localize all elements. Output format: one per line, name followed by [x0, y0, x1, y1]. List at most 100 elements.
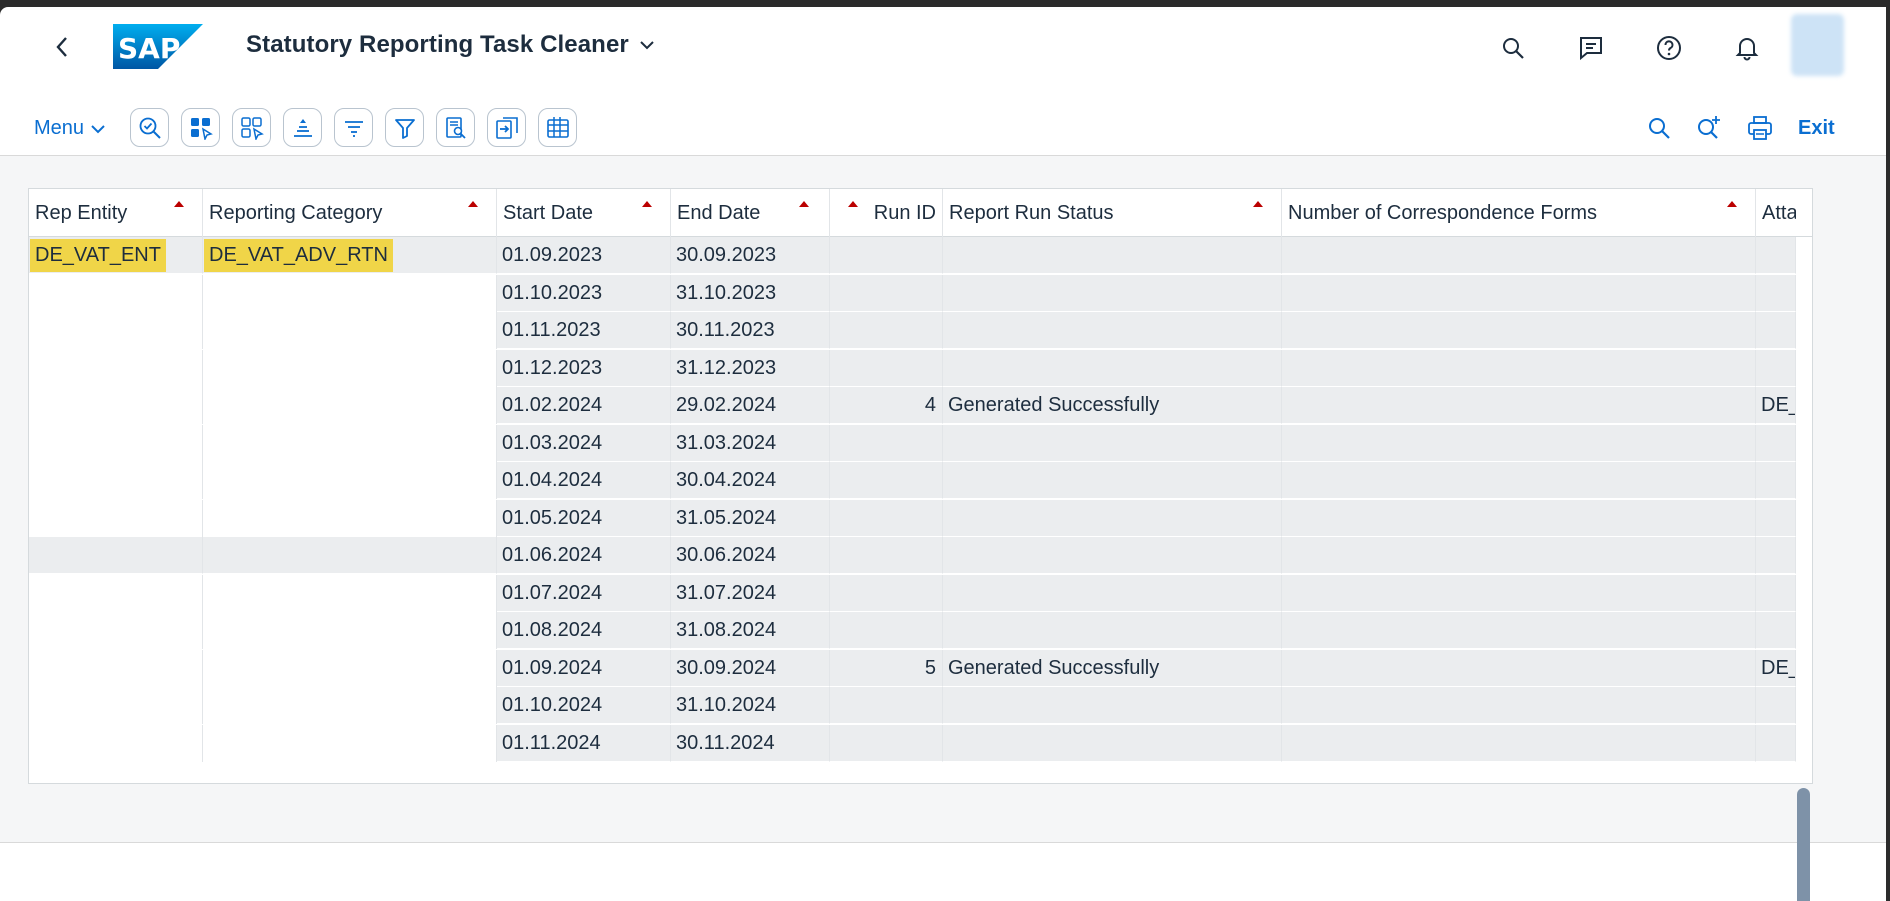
column-header-number-of-forms[interactable]: Number of Correspondence Forms: [1282, 189, 1756, 237]
cell-report-run-status[interactable]: [943, 462, 1282, 499]
layout-select-button[interactable]: [181, 108, 220, 147]
column-header-rep-entity[interactable]: Rep Entity: [29, 189, 203, 237]
zoom-check-button[interactable]: [130, 108, 169, 147]
cell-reporting-category[interactable]: DE_VAT_ADV_RTN: [203, 237, 497, 274]
table-row[interactable]: 01.12.2023 31.12.2023: [29, 349, 1812, 387]
cell-rep-entity[interactable]: [29, 724, 203, 762]
layout-deselect-button[interactable]: [232, 108, 271, 147]
cell-reporting-category[interactable]: [203, 574, 497, 612]
cell-start-date[interactable]: 01.07.2024: [497, 574, 671, 612]
table-row[interactable]: 01.09.2024 30.09.2024 5 Generated Successfu…: [29, 649, 1812, 687]
vertical-scrollbar[interactable]: [1797, 788, 1810, 901]
cell-number-of-forms[interactable]: [1282, 574, 1756, 612]
cell-end-date[interactable]: 30.09.2024: [671, 649, 830, 687]
cell-start-date[interactable]: 01.11.2023: [497, 312, 671, 349]
cell-run-id[interactable]: 5: [830, 649, 943, 687]
cell-attachment[interactable]: [1756, 724, 1796, 762]
column-header-run-id[interactable]: Run ID: [830, 189, 943, 237]
cell-reporting-category[interactable]: [203, 424, 497, 462]
find-list-button[interactable]: [436, 108, 475, 147]
cell-end-date[interactable]: 30.11.2024: [671, 724, 830, 762]
cell-number-of-forms[interactable]: [1282, 499, 1756, 537]
cell-report-run-status[interactable]: [943, 349, 1282, 387]
cell-reporting-category[interactable]: [203, 462, 497, 499]
cell-attachment[interactable]: [1756, 499, 1796, 537]
table-row[interactable]: 01.08.2024 31.08.2024: [29, 612, 1812, 649]
cell-start-date[interactable]: 01.06.2024: [497, 537, 671, 574]
cell-run-id[interactable]: [830, 499, 943, 537]
cell-end-date[interactable]: 31.10.2024: [671, 687, 830, 724]
cell-start-date[interactable]: 01.09.2024: [497, 649, 671, 687]
cell-run-id[interactable]: 4: [830, 387, 943, 424]
cell-reporting-category[interactable]: [203, 537, 497, 574]
cell-run-id[interactable]: [830, 349, 943, 387]
cell-number-of-forms[interactable]: [1282, 612, 1756, 649]
cell-rep-entity[interactable]: [29, 499, 203, 537]
cell-end-date[interactable]: 29.02.2024: [671, 387, 830, 424]
cell-run-id[interactable]: [830, 274, 943, 312]
cell-start-date[interactable]: 01.10.2023: [497, 274, 671, 312]
cell-run-id[interactable]: [830, 724, 943, 762]
table-row[interactable]: DE_VAT_ENT DE_VAT_ADV_RTN 01.09.2023 30.09.…: [29, 237, 1812, 274]
cell-attachment[interactable]: [1756, 424, 1796, 462]
table-row[interactable]: 01.10.2023 31.10.2023: [29, 274, 1812, 312]
cell-rep-entity[interactable]: [29, 274, 203, 312]
cell-rep-entity[interactable]: [29, 687, 203, 724]
cell-start-date[interactable]: 01.11.2024: [497, 724, 671, 762]
cell-run-id[interactable]: [830, 312, 943, 349]
cell-attachment[interactable]: DE_: [1756, 649, 1796, 687]
cell-number-of-forms[interactable]: [1282, 312, 1756, 349]
menu-button[interactable]: Menu: [34, 117, 106, 140]
cell-number-of-forms[interactable]: [1282, 237, 1756, 274]
cell-end-date[interactable]: 30.06.2024: [671, 537, 830, 574]
cell-report-run-status[interactable]: [943, 274, 1282, 312]
cell-report-run-status[interactable]: [943, 574, 1282, 612]
cell-reporting-category[interactable]: [203, 724, 497, 762]
cell-report-run-status[interactable]: [943, 612, 1282, 649]
cell-attachment[interactable]: [1756, 462, 1796, 499]
export-button[interactable]: [487, 108, 526, 147]
cell-attachment[interactable]: [1756, 537, 1796, 574]
cell-rep-entity[interactable]: [29, 387, 203, 424]
cell-run-id[interactable]: [830, 574, 943, 612]
app-title-menu[interactable]: Statutory Reporting Task Cleaner: [246, 31, 655, 59]
cell-report-run-status[interactable]: [943, 499, 1282, 537]
search-button[interactable]: [1498, 33, 1528, 63]
cell-run-id[interactable]: [830, 462, 943, 499]
cell-end-date[interactable]: 30.04.2024: [671, 462, 830, 499]
cell-attachment[interactable]: [1756, 687, 1796, 724]
cell-start-date[interactable]: 01.05.2024: [497, 499, 671, 537]
cell-reporting-category[interactable]: [203, 649, 497, 687]
filter-button[interactable]: [385, 108, 424, 147]
feedback-button[interactable]: [1576, 33, 1606, 63]
cell-rep-entity[interactable]: DE_VAT_ENT: [29, 237, 203, 274]
cell-number-of-forms[interactable]: [1282, 387, 1756, 424]
find-next-button[interactable]: [1694, 113, 1724, 143]
align-button[interactable]: [283, 108, 322, 147]
cell-end-date[interactable]: 31.10.2023: [671, 274, 830, 312]
cell-number-of-forms[interactable]: [1282, 424, 1756, 462]
table-row[interactable]: 01.04.2024 30.04.2024: [29, 462, 1812, 499]
cell-number-of-forms[interactable]: [1282, 687, 1756, 724]
cell-end-date[interactable]: 31.03.2024: [671, 424, 830, 462]
cell-report-run-status[interactable]: [943, 424, 1282, 462]
cell-number-of-forms[interactable]: [1282, 462, 1756, 499]
cell-attachment[interactable]: DE_: [1756, 387, 1796, 424]
table-row[interactable]: 01.06.2024 30.06.2024: [29, 537, 1812, 574]
cell-rep-entity[interactable]: [29, 612, 203, 649]
cell-rep-entity[interactable]: [29, 537, 203, 574]
cell-reporting-category[interactable]: [203, 687, 497, 724]
cell-attachment[interactable]: [1756, 274, 1796, 312]
print-button[interactable]: [1745, 113, 1775, 143]
cell-rep-entity[interactable]: [29, 312, 203, 349]
cell-number-of-forms[interactable]: [1282, 724, 1756, 762]
column-header-attachment[interactable]: Atta: [1756, 189, 1796, 237]
cell-reporting-category[interactable]: [203, 312, 497, 349]
table-settings-button[interactable]: [538, 108, 577, 147]
table-row[interactable]: 01.02.2024 29.02.2024 4 Generated Successfu…: [29, 387, 1812, 424]
cell-attachment[interactable]: [1756, 612, 1796, 649]
cell-start-date[interactable]: 01.09.2023: [497, 237, 671, 274]
cell-report-run-status[interactable]: [943, 724, 1282, 762]
cell-number-of-forms[interactable]: [1282, 649, 1756, 687]
cell-report-run-status[interactable]: [943, 537, 1282, 574]
